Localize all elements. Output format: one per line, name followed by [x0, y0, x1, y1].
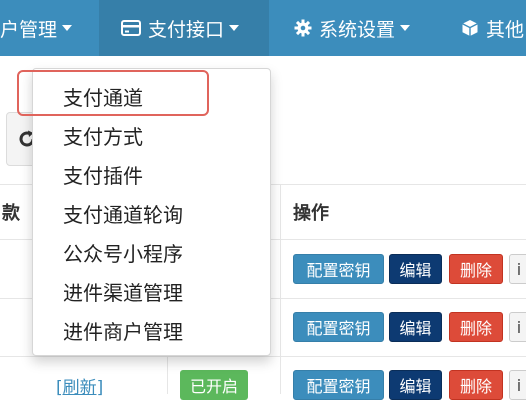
more-button[interactable]: i: [509, 254, 526, 284]
configure-key-button[interactable]: 配置密钥: [293, 370, 384, 400]
nav-item-system-settings[interactable]: 系统设置: [294, 0, 411, 56]
edit-button[interactable]: 编辑: [389, 254, 442, 284]
menu-item-channel-polling[interactable]: 支付通道轮询: [63, 199, 183, 228]
menu-item-onboarding-merchant[interactable]: 进件商户管理: [63, 316, 183, 345]
edit-button[interactable]: 编辑: [389, 312, 442, 342]
caret-down-icon: [400, 25, 411, 31]
cube-icon: [461, 19, 479, 37]
more-button[interactable]: i: [509, 370, 526, 400]
nav-item-user-management[interactable]: 户管理: [0, 0, 73, 56]
configure-key-button[interactable]: 配置密钥: [293, 254, 384, 284]
refresh-link[interactable]: [刷新]: [56, 373, 103, 398]
caret-down-icon: [62, 25, 73, 31]
top-nav: 户管理 支付接口 系统设置 其他: [0, 0, 526, 56]
nav-item-label: 系统设置: [319, 18, 396, 41]
edit-button[interactable]: 编辑: [389, 370, 442, 400]
nav-item-other[interactable]: 其他: [461, 0, 524, 56]
column-header-actions: 操作: [293, 203, 329, 224]
credit-card-icon: [121, 20, 141, 36]
more-button[interactable]: i: [509, 312, 526, 342]
configure-key-button[interactable]: 配置密钥: [293, 312, 384, 342]
nav-item-label: 其他: [486, 18, 525, 41]
nav-item-label: 支付接口: [148, 18, 225, 41]
delete-button[interactable]: 删除: [449, 370, 503, 400]
nav-item-payment-interface[interactable]: 支付接口: [99, 0, 269, 56]
highlight-box: [17, 70, 209, 116]
delete-button[interactable]: 删除: [449, 312, 503, 342]
menu-item-mini-program[interactable]: 公众号小程序: [63, 238, 183, 267]
gear-icon: [294, 19, 312, 37]
menu-item-payment-plugin[interactable]: 支付插件: [63, 160, 143, 189]
status-badge: 已开启: [180, 370, 249, 400]
caret-down-icon: [229, 25, 240, 31]
menu-item-payment-method[interactable]: 支付方式: [63, 121, 143, 150]
column-header-partial: 款: [2, 203, 20, 224]
menu-item-onboarding-channel[interactable]: 进件渠道管理: [63, 277, 183, 306]
table-row: [刷新] 已开启 配置密钥 编辑 删除 i: [0, 357, 526, 415]
nav-item-label: 户管理: [0, 18, 58, 41]
delete-button[interactable]: 删除: [449, 254, 503, 284]
